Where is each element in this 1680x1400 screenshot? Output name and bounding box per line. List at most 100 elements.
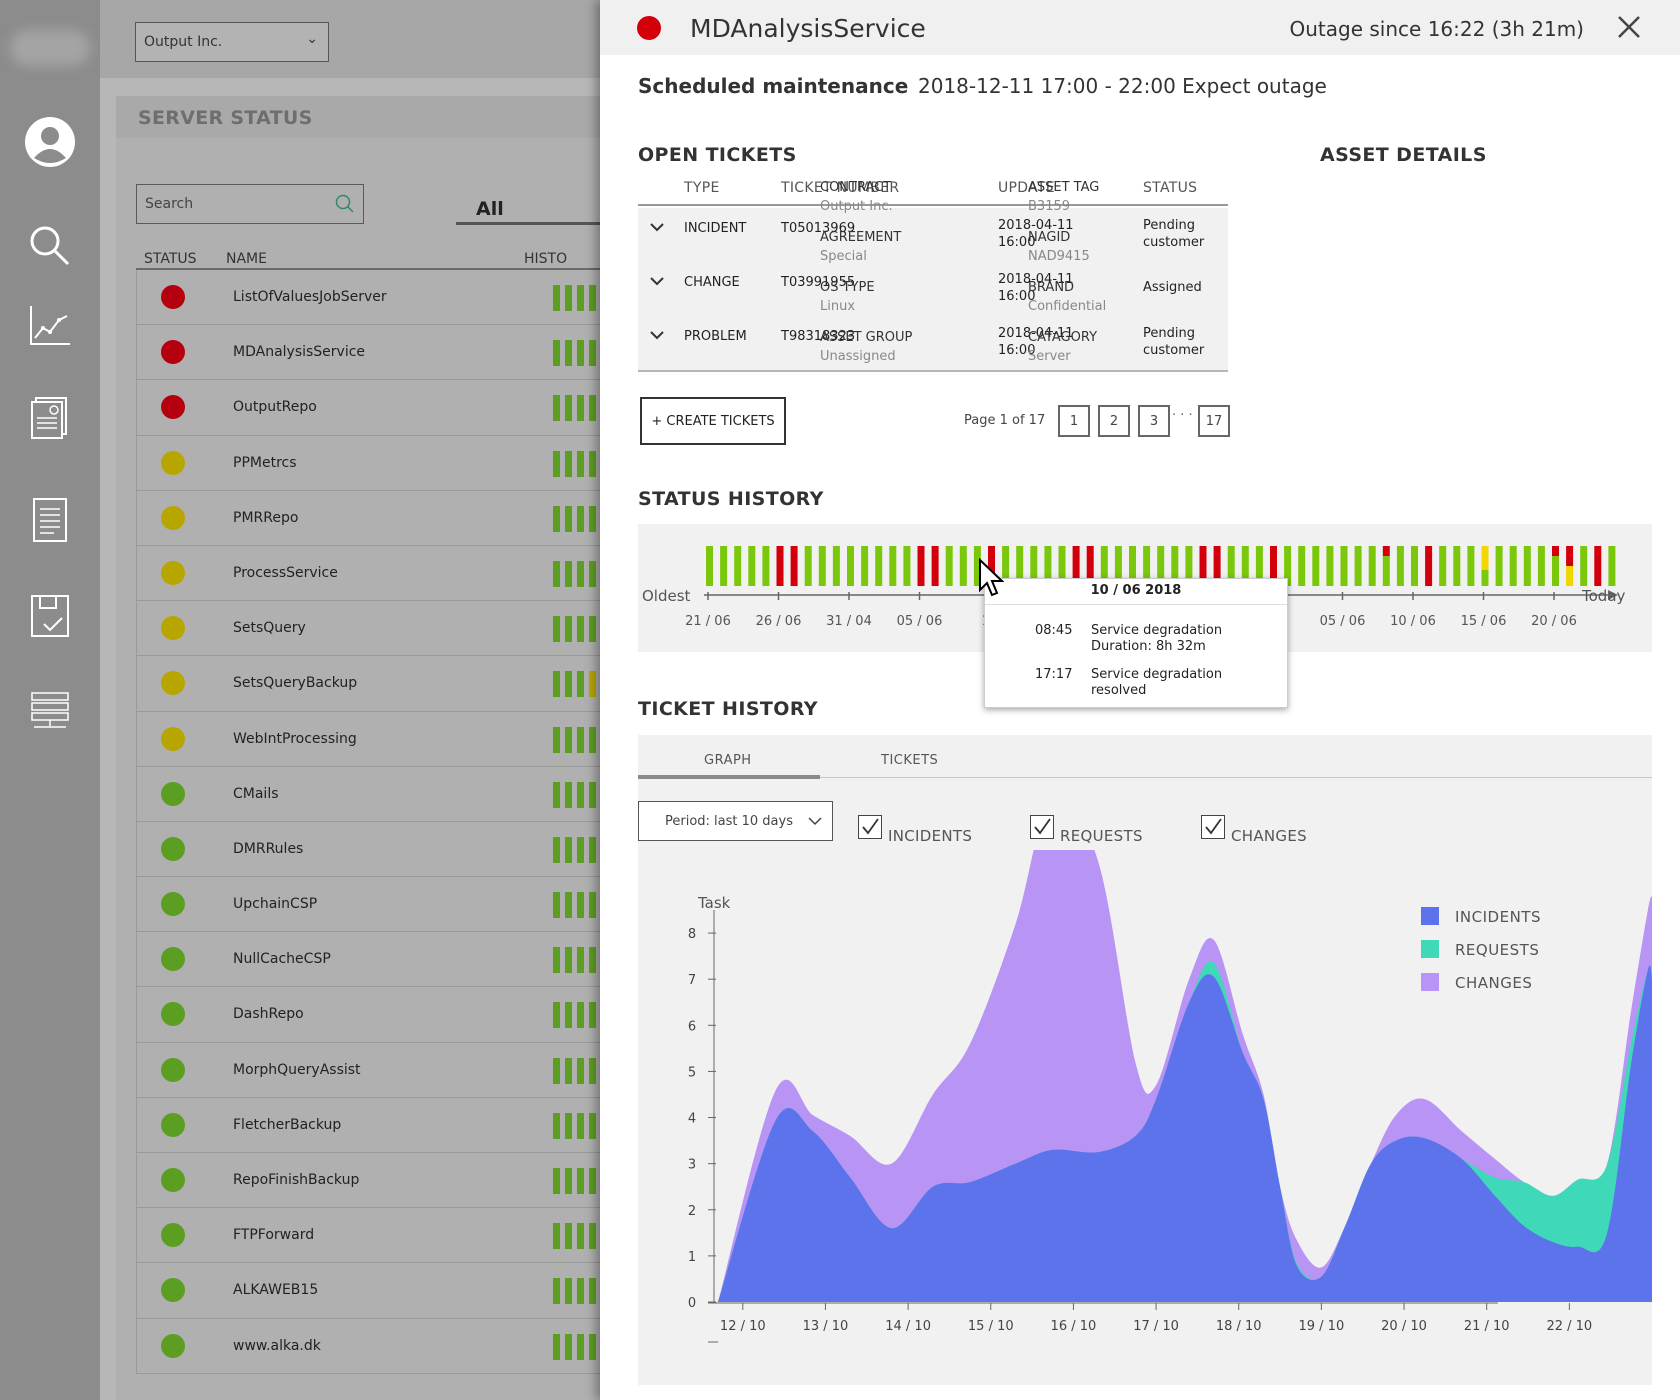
table-row[interactable]: ListOfValuesJobServer bbox=[136, 270, 600, 326]
table-row[interactable]: PPMetrcs bbox=[136, 435, 600, 491]
table-row[interactable]: www.alka.dk bbox=[136, 1318, 600, 1374]
table-row[interactable]: WebIntProcessing bbox=[136, 711, 600, 767]
table-row[interactable]: SetsQueryBackup bbox=[136, 656, 600, 712]
chevron-down-icon[interactable] bbox=[650, 276, 664, 286]
status-bar[interactable] bbox=[720, 546, 728, 586]
chart-icon[interactable] bbox=[22, 298, 78, 354]
table-row[interactable]: DashRepo bbox=[136, 987, 600, 1043]
status-bar[interactable] bbox=[1453, 546, 1461, 586]
status-dot bbox=[161, 836, 185, 861]
table-row[interactable]: MorphQueryAssist bbox=[136, 1042, 600, 1098]
close-icon[interactable] bbox=[1616, 14, 1642, 40]
status-bar[interactable] bbox=[931, 546, 939, 586]
status-bar[interactable] bbox=[875, 546, 883, 586]
status-bar[interactable] bbox=[903, 546, 911, 586]
status-bar[interactable] bbox=[945, 546, 953, 586]
status-bar[interactable] bbox=[861, 546, 869, 586]
status-bar[interactable] bbox=[1580, 546, 1588, 586]
status-bar[interactable] bbox=[917, 546, 925, 586]
y-tick-label: 4 bbox=[688, 1112, 696, 1127]
ticket-row[interactable]: CHANGE T03991955 2018-04-11 16:00 Assigned bbox=[638, 262, 1228, 318]
ticket-row[interactable]: INCIDENT T05013969 2018-04-11 16:00 Pending … bbox=[638, 208, 1228, 264]
incidents-checkbox[interactable] bbox=[858, 815, 882, 839]
document-icon[interactable] bbox=[22, 492, 78, 548]
status-bar[interactable] bbox=[1396, 546, 1404, 586]
report-icon[interactable] bbox=[22, 390, 78, 446]
status-bar[interactable] bbox=[1509, 546, 1517, 586]
period-select[interactable]: Period: last 10 days bbox=[638, 801, 833, 841]
asset-key: AGREEMENT bbox=[820, 230, 902, 245]
status-bar[interactable] bbox=[1566, 546, 1574, 566]
status-bar[interactable] bbox=[1608, 546, 1616, 586]
history-bars bbox=[553, 1223, 596, 1250]
status-bar[interactable] bbox=[889, 546, 897, 586]
status-bar[interactable] bbox=[1481, 546, 1489, 570]
tab-tickets[interactable]: TICKETS bbox=[881, 753, 938, 768]
status-bar[interactable] bbox=[734, 546, 742, 586]
status-bar[interactable] bbox=[1594, 546, 1602, 586]
status-bar[interactable] bbox=[762, 546, 770, 586]
search-input[interactable]: Search bbox=[136, 184, 364, 224]
status-bar[interactable] bbox=[1326, 546, 1334, 586]
page-button-3[interactable]: 3 bbox=[1138, 405, 1170, 437]
company-select[interactable]: Output Inc. ⌄ bbox=[135, 22, 329, 62]
changes-checkbox[interactable] bbox=[1201, 815, 1225, 839]
create-tickets-button[interactable]: + CREATE TICKETS bbox=[640, 397, 786, 445]
status-bar[interactable] bbox=[804, 546, 812, 586]
table-row[interactable]: UpchainCSP bbox=[136, 877, 600, 933]
status-bar[interactable] bbox=[776, 546, 784, 586]
tab-graph[interactable]: GRAPH bbox=[704, 753, 752, 768]
table-row[interactable]: PMRRepo bbox=[136, 490, 600, 546]
status-bar[interactable] bbox=[1425, 546, 1433, 586]
table-row[interactable]: ProcessService bbox=[136, 545, 600, 602]
search-icon[interactable] bbox=[22, 218, 78, 274]
requests-checkbox[interactable] bbox=[1030, 815, 1054, 839]
status-bar[interactable] bbox=[959, 546, 967, 586]
status-bar[interactable] bbox=[1495, 546, 1503, 586]
status-bar[interactable] bbox=[748, 546, 756, 586]
status-bar[interactable] bbox=[790, 546, 798, 586]
chevron-down-icon[interactable] bbox=[650, 222, 664, 232]
status-bar[interactable] bbox=[1439, 546, 1447, 586]
table-row[interactable]: ALKAWEB15 bbox=[136, 1263, 600, 1319]
status-bar[interactable] bbox=[1312, 546, 1320, 586]
page-button-1[interactable]: 1 bbox=[1058, 405, 1090, 437]
table-row[interactable]: MDAnalysisService bbox=[136, 325, 600, 381]
status-dot bbox=[161, 726, 185, 751]
status-bar[interactable] bbox=[832, 546, 840, 586]
status-bar[interactable] bbox=[847, 546, 854, 586]
table-row[interactable]: CMails bbox=[136, 766, 600, 822]
page-button-2[interactable]: 2 bbox=[1098, 405, 1130, 437]
status-bar[interactable] bbox=[1354, 546, 1362, 586]
page-button-last[interactable]: 17 bbox=[1198, 405, 1230, 437]
status-bar[interactable] bbox=[1467, 546, 1475, 586]
server-icon[interactable] bbox=[22, 682, 78, 738]
table-row[interactable]: OutputRepo bbox=[136, 380, 600, 436]
status-bar[interactable] bbox=[1523, 546, 1531, 586]
tab-all[interactable]: All bbox=[476, 198, 504, 220]
clipboard-icon[interactable] bbox=[22, 588, 78, 644]
server-name: ListOfValuesJobServer bbox=[233, 289, 387, 305]
user-icon[interactable] bbox=[22, 114, 78, 170]
status-bar[interactable] bbox=[1552, 546, 1559, 556]
status-bar[interactable] bbox=[1368, 546, 1376, 586]
status-bar[interactable] bbox=[1411, 546, 1418, 586]
column-name: NAME bbox=[226, 251, 267, 267]
table-row[interactable]: RepoFinishBackup bbox=[136, 1153, 600, 1209]
table-row[interactable]: NullCacheCSP bbox=[136, 932, 600, 988]
status-bar[interactable] bbox=[706, 546, 713, 586]
status-bar[interactable] bbox=[1340, 546, 1348, 586]
status-bar[interactable] bbox=[1537, 546, 1545, 586]
chevron-down-icon[interactable] bbox=[650, 330, 664, 340]
status-bar[interactable] bbox=[818, 546, 826, 586]
status-bar[interactable] bbox=[1382, 546, 1390, 556]
status-bar[interactable] bbox=[1298, 546, 1306, 586]
table-row[interactable]: DMRRules bbox=[136, 821, 600, 878]
ticket-row[interactable]: PROBLEM T98318323 2018-04-11 16:00 Pending c… bbox=[638, 316, 1228, 372]
table-row[interactable]: FletcherBackup bbox=[136, 1097, 600, 1153]
tooltip-event-text: Service degradation bbox=[1091, 667, 1223, 682]
table-row[interactable]: SetsQuery bbox=[136, 601, 600, 657]
table-row[interactable]: FTPForward bbox=[136, 1208, 600, 1264]
history-bar bbox=[553, 1112, 560, 1139]
status-dot bbox=[161, 1223, 185, 1248]
